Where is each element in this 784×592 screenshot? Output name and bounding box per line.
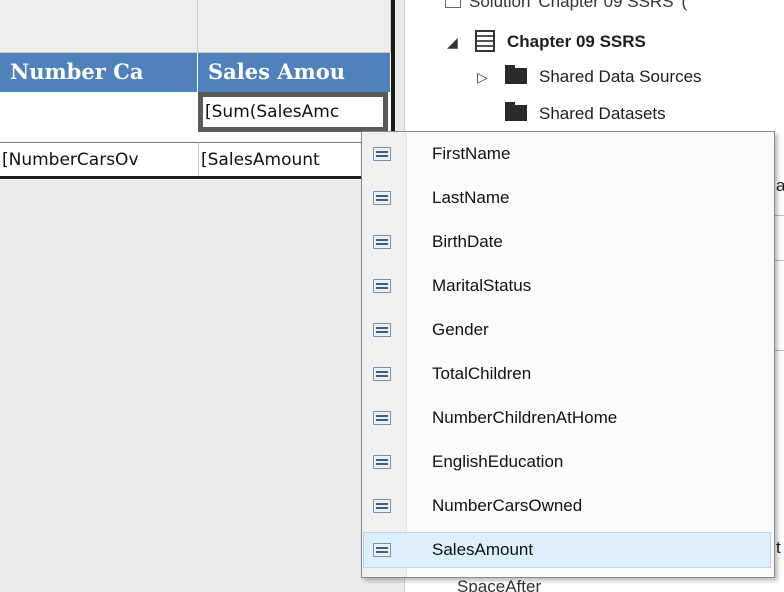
sum-expression-text: [Sum(SalesAmc xyxy=(205,102,340,122)
report-design-surface[interactable]: Number Ca Sales Amou [NumberCarsOv [Sale… xyxy=(0,0,404,592)
field-item-label: MaritalStatus xyxy=(432,276,532,295)
field-icon xyxy=(373,235,391,249)
detail-cell-number-cars[interactable]: [NumberCarsOv xyxy=(0,142,198,176)
column-handle-1[interactable] xyxy=(0,0,198,53)
tree-item-label: Shared Datasets xyxy=(539,104,666,123)
tree-item-label: Shared Data Sources xyxy=(539,67,702,86)
field-icon xyxy=(373,455,391,469)
header-cell-number-cars[interactable]: Number Ca xyxy=(0,53,198,92)
field-icon xyxy=(373,499,391,513)
project-label: Chapter 09 SSRS xyxy=(507,32,646,51)
field-item-label: TotalChildren xyxy=(432,364,532,383)
expanded-triangle-icon[interactable]: ◢ xyxy=(447,34,475,51)
sum-expression-textbox[interactable]: [Sum(SalesAmc xyxy=(198,92,388,132)
tree-item-shared-datasets[interactable]: Shared Datasets xyxy=(505,102,666,124)
field-item-totalchildren[interactable]: TotalChildren xyxy=(364,357,770,391)
field-item-lastname[interactable]: LastName xyxy=(364,181,770,215)
tree-item-shared-data-sources[interactable]: ▷ Shared Data Sources xyxy=(477,65,702,87)
field-icon xyxy=(373,279,391,293)
tablix-bottom-border xyxy=(0,176,394,179)
property-spaceafter: SpaceAfter xyxy=(457,577,542,592)
tablix[interactable]: Number Ca Sales Amou [NumberCarsOv [Sale… xyxy=(0,0,394,180)
field-item-englisheducation[interactable]: EnglishEducation xyxy=(364,445,770,479)
field-item-firstname[interactable]: FirstName xyxy=(364,137,770,171)
field-item-label: NumberChildrenAtHome xyxy=(432,408,618,427)
folder-icon xyxy=(505,102,527,121)
solution-icon xyxy=(445,0,461,8)
field-icon xyxy=(373,411,391,425)
field-item-label: EnglishEducation xyxy=(432,452,564,471)
field-icon xyxy=(373,147,391,161)
field-icon xyxy=(373,191,391,205)
field-item-gender[interactable]: Gender xyxy=(364,313,770,347)
intellisense-field-list[interactable]: FirstName LastName BirthDate MaritalStat… xyxy=(361,131,775,578)
field-icon xyxy=(373,543,391,557)
field-item-salesamount[interactable]: SalesAmount xyxy=(363,532,771,568)
collapsed-triangle-icon[interactable]: ▷ xyxy=(477,69,505,86)
field-item-label: LastName xyxy=(432,188,510,207)
column-handle-2[interactable] xyxy=(198,0,391,53)
partial-text-right: t xyxy=(776,538,781,557)
empty-group-cell[interactable] xyxy=(0,92,198,142)
field-item-label: FirstName xyxy=(432,144,511,163)
detail-expression-sales-amount: [SalesAmount xyxy=(201,150,320,170)
project-icon xyxy=(475,30,495,52)
field-icon xyxy=(373,367,391,381)
solution-label: Solution 'Chapter 09 SSRS' ( xyxy=(469,0,688,11)
field-item-label: Gender xyxy=(432,320,489,339)
solution-node[interactable]: Solution 'Chapter 09 SSRS' ( xyxy=(445,0,687,12)
header-cell-sales-amount[interactable]: Sales Amou xyxy=(198,53,391,92)
field-item-label: SalesAmount xyxy=(432,540,534,559)
detail-expression-number-cars: [NumberCarsOv xyxy=(2,150,139,170)
field-item-maritalstatus[interactable]: MaritalStatus xyxy=(364,269,770,303)
folder-icon xyxy=(505,65,527,84)
field-icon xyxy=(373,323,391,337)
field-item-label: BirthDate xyxy=(432,232,503,251)
field-item-birthdate[interactable]: BirthDate xyxy=(364,225,770,259)
field-item-numbercarsowned[interactable]: NumberCarsOwned xyxy=(364,489,770,523)
field-item-numberchildrenathome[interactable]: NumberChildrenAtHome xyxy=(364,401,770,435)
partial-text-right: a xyxy=(776,176,784,196)
field-item-label: NumberCarsOwned xyxy=(432,496,583,515)
project-node[interactable]: ◢ Chapter 09 SSRS xyxy=(447,30,646,52)
